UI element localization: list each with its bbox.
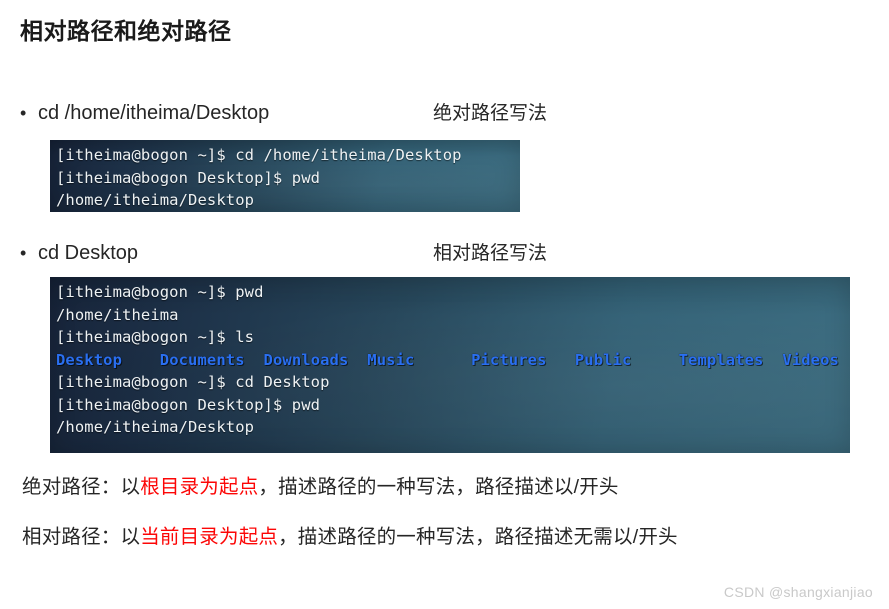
- bullet-command-relative: cd Desktop: [38, 242, 139, 264]
- bullet-row-absolute: • cd /home/itheima/Desktop 绝对路径写法: [20, 98, 547, 125]
- terminal-line: /home/itheima/Desktop: [56, 191, 255, 209]
- terminal-line: [itheima@bogon ~]$ cd /home/itheima/Desk…: [56, 146, 462, 164]
- ls-column-gap: [547, 351, 575, 369]
- explanation-highlight: 根目录为起点: [140, 476, 259, 498]
- ls-column-gap: [763, 351, 782, 369]
- ls-directory-documents: Documents: [159, 350, 245, 369]
- terminal-line: [itheima@bogon Desktop]$ pwd: [56, 395, 321, 414]
- csdn-watermark: CSDN @shangxianjiao: [723, 584, 873, 600]
- ls-directory-videos: Videos: [782, 350, 839, 369]
- ls-directory-pictures: Pictures: [471, 350, 547, 369]
- ls-directory-downloads: Downloads: [263, 350, 349, 369]
- terminal-line: [itheima@bogon Desktop]$ pwd: [56, 168, 321, 187]
- relative-path-terminal: [itheima@bogon ~]$ pwd /home/itheima [it…: [50, 277, 850, 453]
- absolute-path-terminal: [itheima@bogon ~]$ cd /home/itheima/Desk…: [50, 140, 520, 212]
- ls-directory-music: Music: [367, 350, 415, 369]
- ls-column-gap: [631, 351, 678, 369]
- ls-column-gap: [348, 351, 367, 369]
- explanation-rest: ，描述路径的一种写法，路径描述以/开头: [258, 476, 619, 498]
- explanation-highlight: 当前目录为起点: [140, 526, 279, 548]
- explanation-label: 绝对路径：以: [22, 476, 141, 498]
- explanation-absolute-path: 绝对路径：以根目录为起点，描述路径的一种写法，路径描述以/开头: [22, 470, 619, 499]
- explanation-relative-path: 相对路径：以当前目录为起点，描述路径的一种写法，路径描述无需以/开头: [22, 520, 678, 549]
- ls-column-gap: [414, 351, 471, 369]
- ls-directory-templates: Templates: [678, 350, 764, 369]
- terminal-line: /home/itheima: [56, 305, 179, 324]
- ls-column-gap: [245, 351, 264, 369]
- terminal-line: /home/itheima/Desktop: [56, 418, 255, 436]
- bullet-command-absolute: cd /home/itheima/Desktop: [38, 102, 270, 124]
- bullet-marker-icon: •: [20, 243, 27, 263]
- terminal-line: [itheima@bogon ~]$ cd Desktop: [56, 373, 330, 391]
- bullet-marker-icon: •: [20, 103, 27, 123]
- explanation-label: 相对路径：以: [22, 526, 141, 548]
- explanation-rest: ，描述路径的一种写法，路径描述无需以/开头: [278, 526, 678, 548]
- ls-directory-desktop: Desktop: [56, 350, 123, 369]
- bullet-note-absolute: 绝对路径写法: [433, 103, 548, 124]
- terminal-line: [itheima@bogon ~]$ pwd: [56, 283, 264, 301]
- ls-column-gap: [122, 351, 160, 369]
- ls-output-row: Desktop Documents Downloads Music Pictur…: [56, 349, 850, 372]
- ls-directory-public: Public: [574, 350, 632, 369]
- bullet-row-relative: • cd Desktop 相对路径写法: [20, 238, 547, 265]
- terminal-line: [itheima@bogon ~]$ ls: [56, 328, 255, 346]
- bullet-note-relative: 相对路径写法: [433, 243, 548, 264]
- page-title: 相对路径和绝对路径: [20, 18, 232, 44]
